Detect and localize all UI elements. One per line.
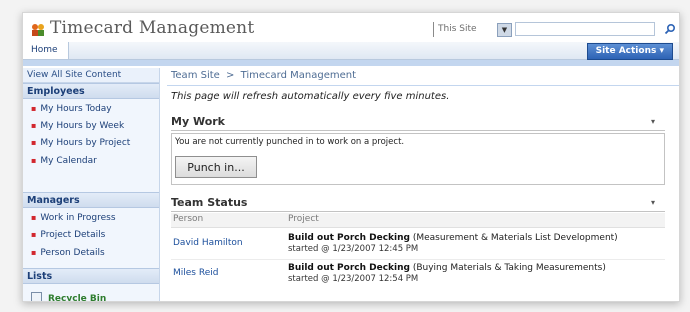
nav-item-my-hours-by-week[interactable]: ▪ My Hours by Week [23,118,159,134]
table-row: David Hamilton Build out Porch Decking (… [171,231,665,259]
recycle-bin-icon [31,292,42,301]
nav-item-my-calendar[interactable]: ▪ My Calendar [23,153,159,169]
column-header-person[interactable]: Person [173,214,203,224]
start-time: started @ 1/23/2007 12:45 PM [288,244,419,254]
site-header: Timecard Management This Site ▼ [23,13,679,41]
bullet-icon: ▪ [31,156,37,165]
person-name-link[interactable]: Miles Reid [173,268,218,278]
breadcrumb-current: Timecard Management [240,70,357,81]
nav-header-employees[interactable]: Employees [23,83,159,99]
breadcrumb-separator: > [226,70,235,81]
title-band [23,60,679,66]
search-icon[interactable] [663,22,677,36]
start-time: started @ 1/23/2007 12:54 PM [288,274,419,284]
search-scope-select[interactable]: This Site ▼ [433,22,512,37]
nav-item-project-details[interactable]: ▪ Project Details [23,227,159,243]
project-cell: Build out Porch Decking (Measurement & M… [288,233,618,255]
refresh-note: This page will refresh automatically eve… [171,91,450,102]
divider [171,259,665,260]
browser-page: Timecard Management This Site ▼ Home Sit… [22,12,680,302]
search-scope-label: This Site [438,24,477,34]
project-task: (Buying Materials & Taking Measurements) [412,263,606,273]
table-header: Person Project [171,213,665,228]
bullet-icon: ▪ [31,121,37,130]
bullet-icon: ▪ [31,248,37,257]
team-status-title: Team Status [171,196,248,209]
table-row: Miles Reid Build out Porch Decking (Buyi… [171,261,665,289]
divider [167,85,679,86]
project-task: (Measurement & Materials List Developmen… [412,233,618,243]
tab-home[interactable]: Home [23,42,69,59]
chevron-down-icon[interactable]: ▾ [651,198,655,207]
breadcrumb-team-site[interactable]: Team Site [171,70,220,81]
nav-item-my-hours-by-project[interactable]: ▪ My Hours by Project [23,135,159,151]
people-logo-icon [32,24,44,36]
column-header-project[interactable]: Project [288,214,319,224]
bullet-icon: ▪ [31,213,37,222]
nav-item-person-details[interactable]: ▪ Person Details [23,245,159,261]
chevron-down-icon[interactable]: ▾ [651,117,655,126]
person-name-link[interactable]: David Hamilton [173,238,243,248]
recycle-bin-link[interactable]: Recycle Bin [23,291,159,301]
top-navigation: Home Site Actions ▾ [23,42,679,60]
punch-status-message: You are not currently punched in to work… [175,137,405,147]
quick-launch: View All Site Content Employees ▪ My Hour… [23,68,160,301]
divider [171,211,665,212]
my-work-panel: You are not currently punched in to work… [171,133,665,185]
nav-item-work-in-progress[interactable]: ▪ Work in Progress [23,210,159,226]
search-input[interactable] [515,22,655,36]
divider [171,130,665,131]
site-actions-button[interactable]: Site Actions ▾ [586,43,673,60]
project-name: Build out Porch Decking [288,233,410,243]
bullet-icon: ▪ [31,230,37,239]
project-name: Build out Porch Decking [288,263,410,273]
bullet-icon: ▪ [31,104,37,113]
punch-in-button[interactable]: Punch in... [175,156,257,178]
project-cell: Build out Porch Decking (Buying Material… [288,263,606,285]
site-title: Timecard Management [50,18,255,38]
dropdown-arrow-icon[interactable]: ▼ [497,23,512,37]
nav-item-my-hours-today[interactable]: ▪ My Hours Today [23,101,159,117]
bullet-icon: ▪ [31,138,37,147]
view-all-site-content-link[interactable]: View All Site Content [23,68,159,83]
my-work-title: My Work [171,115,225,128]
nav-header-managers[interactable]: Managers [23,192,159,208]
breadcrumb: Team Site > Timecard Management [171,70,356,81]
nav-header-lists[interactable]: Lists [23,268,159,284]
